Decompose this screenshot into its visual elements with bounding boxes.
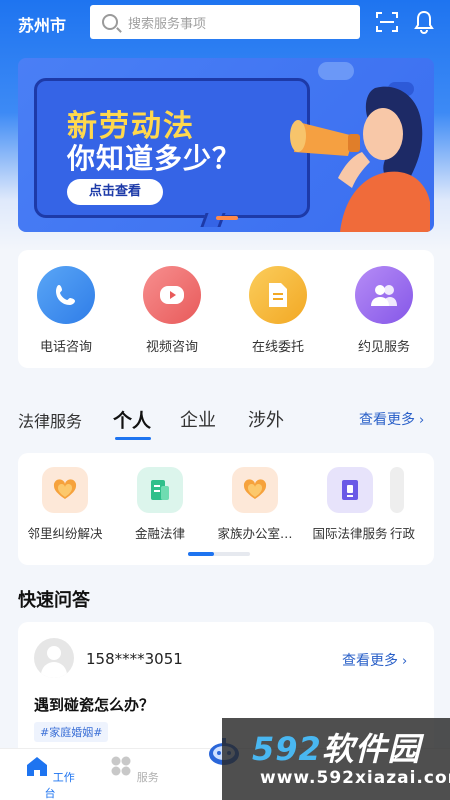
legal-item-family-office[interactable]: 家族办公室… [200,467,310,542]
service-online-entrust[interactable]: 在线委托 [233,266,323,355]
chevron-right-icon: › [402,654,408,669]
heart-hands-icon [232,467,278,513]
nav-label: 服务 [136,771,159,784]
legal-more-link[interactable]: 查看更多 › [359,409,424,429]
qa-question[interactable]: 遇到碰瓷怎么办？ [34,694,154,715]
service-phone-consult[interactable]: 电话咨询 [21,266,111,355]
banner-view-button[interactable]: 点击查看 [67,179,163,205]
legal-service-tabs: 法律服务 个人 企业 涉外 查看更多 › [0,400,450,440]
legal-item-finance[interactable]: 金融法律 [105,467,215,542]
qa-user-phone: 158****3051 [86,650,183,668]
qa-more-label: 查看更多 [342,653,398,669]
legal-items-card: 邻里纠纷解决 金融法律 家族办公室… 国际法律服务 行政 [18,453,434,565]
generic-icon [390,467,404,513]
nav-services[interactable]: 服务 [104,755,164,785]
legal-item-label: 金融法律 [134,526,185,541]
bell-icon[interactable] [414,10,434,34]
qa-more-link[interactable]: 查看更多 › [342,650,407,670]
legal-item-international[interactable]: 国际法律服务 [295,467,405,542]
legal-item-label: 家族办公室… [217,526,293,541]
promo-banner[interactable]: 新劳动法 你知道多少？ 点击查看 [18,58,434,232]
legal-item-label: 行政 [390,526,416,541]
city-selector[interactable]: 苏州市 [18,12,66,36]
qa-tag[interactable]: #家庭婚姻# [34,722,109,742]
phone-icon [37,266,95,324]
banner-board: 新劳动法 你知道多少？ 点击查看 [34,78,310,218]
service-video-consult[interactable]: 视频咨询 [127,266,217,355]
service-appointment[interactable]: 约见服务 [339,266,429,355]
watermark-brand: 592软件园 [252,724,421,770]
banner-indicator [216,216,238,220]
service-label: 视频咨询 [145,340,198,355]
watermark: 592软件园 www.592xiazai.com [222,718,450,800]
chevron-right-icon: › [419,413,425,428]
active-tab-indicator [115,437,151,440]
banner-title-line2: 你知道多少？ [67,142,242,175]
legal-scroll-thumb [188,552,214,556]
tab-foreign[interactable]: 涉外 [248,406,284,432]
book-icon [327,467,373,513]
video-icon [143,266,201,324]
search-input[interactable]: 搜索服务事项 [90,5,360,39]
people-icon [355,266,413,324]
nav-workbench[interactable]: 工作台 [20,755,80,800]
legal-more-label: 查看更多 [359,412,415,428]
qa-section-title: 快速问答 [18,590,90,611]
tab-personal[interactable]: 个人 [113,406,151,433]
home-icon [27,757,48,776]
service-label: 在线委托 [251,340,304,355]
top-bar: 苏州市 搜索服务事项 [0,0,450,46]
avatar [34,638,74,678]
finance-doc-icon [137,467,183,513]
legal-item-label: 国际法律服务 [312,526,388,541]
quick-services-card: 电话咨询 视频咨询 在线委托 约见服务 [18,250,434,368]
woman-megaphone-illustration [290,86,430,232]
watermark-brand-text: 软件园 [321,730,421,768]
grid-icon [111,756,131,776]
search-icon [102,14,118,30]
nav-label: 工作台 [44,771,75,800]
legal-item-administrative[interactable]: 行政 [390,467,434,542]
tab-enterprise[interactable]: 企业 [180,406,216,432]
search-placeholder: 搜索服务事项 [128,16,207,32]
legal-services-title: 法律服务 [18,412,83,431]
document-icon [249,266,307,324]
watermark-brand-number: 592 [252,730,322,768]
watermark-url: www.592xiazai.com [260,768,450,788]
scan-icon[interactable] [376,12,398,32]
service-label: 电话咨询 [39,340,92,355]
heart-hands-icon [42,467,88,513]
service-label: 约见服务 [357,340,410,355]
